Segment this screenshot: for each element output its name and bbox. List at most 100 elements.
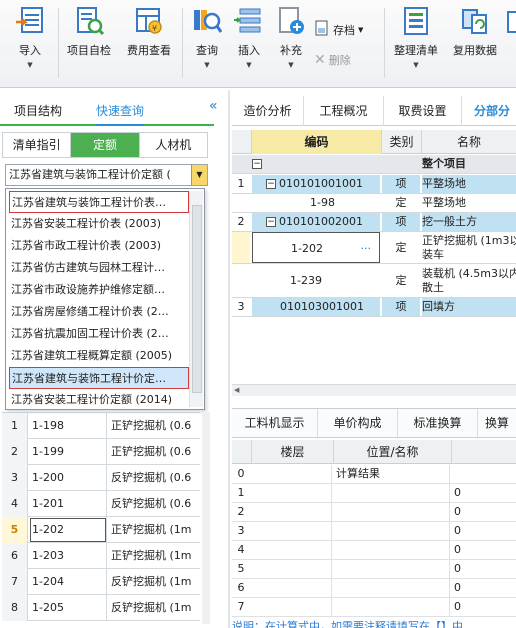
table-row[interactable]: 3 010103001001 项 回填方	[232, 298, 516, 317]
column-value[interactable]	[452, 440, 516, 464]
quantity-table-header: 楼层 位置/名称	[232, 440, 516, 464]
dropdown-option[interactable]: 江苏省仿古建筑与园林工程计…	[9, 257, 189, 279]
table-row[interactable]: 7 1-204 反铲挖掘机 (1m	[2, 569, 200, 595]
dropdown-option[interactable]: 江苏省建筑与装饰工程计价表…	[9, 191, 189, 213]
query-button[interactable]: 查询 ▼	[188, 6, 226, 82]
scrollbar-thumb[interactable]	[192, 205, 202, 393]
vertical-scrollbar[interactable]	[202, 412, 210, 624]
table-row[interactable]: 0 计算结果	[232, 465, 516, 484]
table-row[interactable]: 50	[232, 560, 516, 579]
quota-library-select[interactable]: 江苏省建筑与装饰工程计价定额 ( ▼	[5, 164, 208, 186]
column-name[interactable]: 名称	[422, 130, 516, 154]
tab-labor-material-display[interactable]: 工料机显示	[232, 409, 318, 437]
reuse-data-button[interactable]: 复用数据	[448, 6, 502, 82]
column-code[interactable]: 编码	[252, 130, 382, 154]
tab-fee-settings[interactable]: 取费设置	[384, 96, 462, 126]
toolbar-divider	[182, 8, 183, 78]
tab-standard-conversion[interactable]: 标准换算	[398, 409, 478, 437]
panel-splitter[interactable]	[228, 90, 230, 628]
table-row[interactable]: 1-98 定 平整场地	[232, 194, 516, 213]
chevron-down-icon: ▼	[288, 61, 294, 69]
table-row[interactable]: 10	[232, 484, 516, 503]
supplement-button[interactable]: 补充 ▼	[274, 6, 308, 82]
scroll-left-icon[interactable]: ◀	[234, 386, 239, 394]
delete-icon: ✕	[314, 52, 326, 68]
tab-quick-query[interactable]: 快速查询	[96, 102, 145, 126]
dropdown-option[interactable]: 江苏省抗震加固工程计价表 (2…	[9, 323, 189, 345]
save-file-icon	[314, 20, 330, 39]
fee-view-icon: ¥	[134, 6, 164, 36]
import-button[interactable]: 导入 ▼	[8, 6, 52, 82]
tab-quota[interactable]: 定额	[71, 133, 140, 157]
table-row[interactable]: 1-239 定 装载机 (4.5m3以内 散土	[232, 264, 516, 298]
more-options-button[interactable]: ···	[361, 233, 372, 264]
collapse-panel-icon[interactable]: «	[209, 98, 218, 114]
insert-button[interactable]: 插入 ▼	[232, 6, 266, 82]
table-row[interactable]: 6 1-203 正铲挖掘机 (1m	[2, 543, 200, 569]
dropdown-option[interactable]: 江苏省建筑工程概算定额 (2005)	[9, 345, 189, 367]
tab-unit-price-composition[interactable]: 单价构成	[318, 409, 398, 437]
tab-cost-analysis[interactable]: 造价分析	[232, 96, 304, 126]
dropdown-option[interactable]: 江苏省安装工程计价表 (2003)	[9, 213, 189, 235]
reuse-data-icon	[460, 6, 490, 36]
more-toolbar-button[interactable]	[506, 6, 516, 82]
table-row[interactable]: 3 1-200 反铲挖掘机 (0.6	[2, 465, 200, 491]
table-row[interactable]: 20	[232, 503, 516, 522]
table-row-current[interactable]: 5 1-202 正铲挖掘机 (1m	[2, 517, 200, 543]
table-row[interactable]: 4 1-201 反铲挖掘机 (0.6	[2, 491, 200, 517]
tab-division-items[interactable]: 分部分	[462, 96, 516, 126]
tab-project-overview[interactable]: 工程概况	[304, 96, 384, 126]
table-row[interactable]: 2 −010101002001 项 挖一般土方	[232, 213, 516, 232]
column-position[interactable]: 位置/名称	[334, 440, 452, 464]
left-panel-tabs: 项目结构 快速查询	[0, 96, 214, 126]
more-toolbar-icon	[506, 6, 516, 36]
svg-text:¥: ¥	[152, 24, 157, 33]
column-type[interactable]: 类别	[382, 130, 422, 154]
chevron-down-icon: ▼	[413, 61, 419, 69]
horizontal-scrollbar[interactable]: ◀	[232, 384, 516, 396]
table-row-root[interactable]: − 整个项目	[232, 155, 516, 174]
table-row[interactable]: 2 1-199 正铲挖掘机 (0.6	[2, 439, 200, 465]
query-icon	[192, 6, 223, 36]
tab-list-guide[interactable]: 清单指引	[3, 133, 72, 157]
table-row[interactable]: 30	[232, 522, 516, 541]
table-row-current[interactable]: 1-202 ··· 定 正铲挖掘机 (1m3以 装车	[232, 232, 516, 264]
column-floor[interactable]: 楼层	[252, 440, 334, 464]
tab-conversion[interactable]: 换算	[478, 409, 516, 437]
save-file-button[interactable]: 存档 ▼	[314, 20, 363, 39]
tab-labor-material-machine[interactable]: 人材机	[139, 133, 207, 157]
table-row[interactable]: 60	[232, 579, 516, 598]
table-row[interactable]: 40	[232, 541, 516, 560]
organize-list-icon	[401, 6, 431, 36]
dropdown-option[interactable]: 江苏省市政设施养护维修定额…	[9, 279, 189, 301]
dropdown-option[interactable]: 江苏省安装工程计价定额 (2014)	[9, 389, 189, 409]
dropdown-option[interactable]: 江苏省市政工程计价表 (2003)	[9, 235, 189, 257]
query-sub-tabs: 清单指引 定额 人材机	[2, 132, 208, 158]
table-row[interactable]: 8 1-205 反铲挖掘机 (1m	[2, 595, 200, 621]
table-row[interactable]: 1 1-198 正铲挖掘机 (0.6	[2, 413, 200, 439]
organize-list-button[interactable]: 整理清单 ▼	[390, 6, 442, 82]
dropdown-option[interactable]: 江苏省房屋修缮工程计价表 (2…	[9, 301, 189, 323]
collapse-toggle-icon[interactable]: −	[266, 179, 276, 189]
item-table-header: 编码 类别 名称	[232, 130, 516, 154]
quota-result-table: 1 1-198 正铲挖掘机 (0.6 2 1-199 正铲挖掘机 (0.6 3 1-200…	[2, 412, 200, 624]
table-row[interactable]: 70	[232, 598, 516, 617]
supplement-icon	[276, 6, 306, 36]
dropdown-option-selected[interactable]: 江苏省建筑与装饰工程计价定…	[9, 367, 189, 389]
table-row[interactable]: 1 −010101001001 项 平整场地	[232, 175, 516, 194]
dropdown-scrollbar[interactable]	[189, 191, 203, 407]
project-self-check-button[interactable]: 项目自检	[62, 6, 116, 82]
self-check-icon	[74, 6, 105, 36]
fee-view-button[interactable]: ¥ 费用查看	[122, 6, 176, 82]
quota-library-dropdown: 江苏省建筑与装饰工程计价表… 江苏省安装工程计价表 (2003) 江苏省市政工程…	[5, 188, 205, 410]
collapse-toggle-icon[interactable]: −	[252, 159, 262, 169]
import-icon	[15, 6, 45, 36]
collapse-toggle-icon[interactable]: −	[266, 217, 276, 227]
tab-project-structure[interactable]: 项目结构	[14, 102, 62, 119]
chevron-down-icon[interactable]: ▼	[191, 165, 207, 185]
ribbon-toolbar: 导入 ▼ 项目自检 ¥ 费用查看 查询 ▼ 插入 ▼ 补充 ▼ 存档 ▼ ✕ 删…	[0, 0, 516, 88]
toolbar-divider	[384, 8, 385, 78]
formula-note: 说明：在计算式中，如需要注释请填写在【】中	[232, 620, 463, 628]
chevron-down-icon: ▼	[27, 61, 33, 69]
delete-button[interactable]: ✕ 删除	[314, 52, 351, 68]
